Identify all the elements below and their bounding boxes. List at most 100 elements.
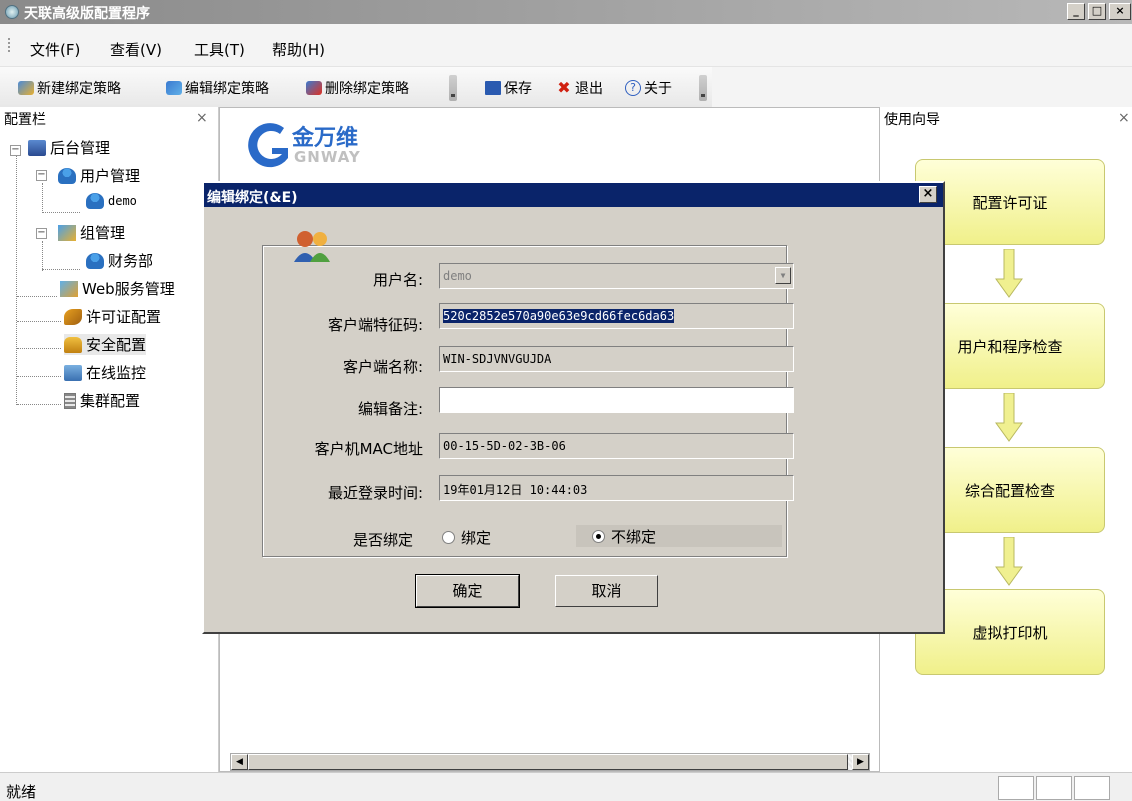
toolbar-overflow-chevron-2[interactable] bbox=[699, 75, 707, 101]
tree-line bbox=[42, 269, 80, 270]
tree-node-online-monitor[interactable]: 在线监控 bbox=[64, 362, 146, 383]
about-button[interactable]: ? 关于 bbox=[625, 78, 672, 98]
flow-arrow-icon bbox=[995, 249, 1023, 298]
logo-text-en: GNWAY bbox=[294, 148, 361, 166]
new-policy-button[interactable]: 新建绑定策略 bbox=[18, 78, 121, 98]
help-icon: ? bbox=[625, 80, 641, 96]
minimize-button[interactable]: _ bbox=[1067, 3, 1085, 20]
unbind-radio[interactable]: 不绑定 bbox=[576, 525, 782, 547]
web-service-icon bbox=[60, 280, 78, 297]
ok-button[interactable]: 确定 bbox=[415, 574, 520, 608]
flow-arrow-icon bbox=[995, 537, 1023, 586]
horizontal-scrollbar[interactable]: ◀ ▶ bbox=[230, 753, 870, 771]
tree-node-label: 在线监控 bbox=[86, 364, 147, 382]
radio-unbind-indicator bbox=[592, 529, 605, 543]
dialog-title: 编辑绑定(&E) bbox=[207, 190, 298, 206]
close-x-icon: ✖ bbox=[557, 78, 571, 97]
config-sidebar: 配置栏 × − 后台管理 − 用户管理 demo − 组管理 财务部 Web服务… bbox=[0, 107, 219, 772]
maximize-button[interactable]: □ bbox=[1088, 3, 1106, 20]
radio-bind-indicator bbox=[442, 531, 455, 544]
window-titlebar[interactable]: 天联高级版配置程序 _ □ × bbox=[0, 0, 1132, 24]
tree-node-user-demo[interactable]: demo bbox=[86, 193, 137, 209]
edit-policy-icon bbox=[166, 81, 182, 95]
edit-binding-dialog: 编辑绑定(&E) × 用户名: demo ▼ 客户端特征码: 520c2852e… bbox=[202, 181, 945, 634]
mac-value: 00-15-5D-02-3B-06 bbox=[443, 439, 566, 453]
last-login-field[interactable]: 19年01月12日 10:44:03 bbox=[439, 475, 794, 501]
menu-view[interactable]: 查看(V) bbox=[110, 39, 162, 60]
client-code-value: 520c2852e570a90e63e9cd66fec6da63 bbox=[443, 309, 675, 323]
menu-tools[interactable]: 工具(T) bbox=[194, 39, 245, 60]
menu-file[interactable]: 文件(F) bbox=[30, 39, 80, 60]
status-pane bbox=[1074, 776, 1110, 800]
dialog-close-button[interactable]: × bbox=[919, 186, 937, 203]
delete-policy-icon bbox=[306, 81, 322, 95]
edit-policy-button[interactable]: 编辑绑定策略 bbox=[166, 78, 269, 98]
status-pane bbox=[998, 776, 1034, 800]
close-window-button[interactable]: × bbox=[1109, 3, 1131, 20]
tree-node-label: 安全配置 bbox=[86, 336, 147, 354]
menu-bar: 文件(F) 查看(V) 工具(T) 帮助(H) bbox=[0, 24, 1132, 67]
tree-node-label: demo bbox=[108, 194, 137, 208]
flow-arrow-icon bbox=[995, 393, 1023, 442]
gnway-logo: 金万维 GNWAY bbox=[242, 116, 442, 176]
last-login-label: 最近登录时间: bbox=[327, 484, 423, 502]
tree-node-security[interactable]: 安全配置 bbox=[64, 334, 147, 355]
unbind-option-label: 不绑定 bbox=[611, 527, 657, 546]
tree-line bbox=[42, 241, 43, 271]
tree-node-label: 集群配置 bbox=[80, 392, 141, 410]
toolbar-overflow-chevron[interactable] bbox=[449, 75, 457, 101]
dialog-titlebar[interactable]: 编辑绑定(&E) × bbox=[204, 183, 943, 207]
client-code-field[interactable]: 520c2852e570a90e63e9cd66fec6da63 bbox=[439, 303, 794, 329]
scroll-right-button[interactable]: ▶ bbox=[852, 754, 869, 770]
scroll-thumb[interactable] bbox=[248, 754, 848, 770]
menu-help[interactable]: 帮助(H) bbox=[272, 39, 325, 60]
username-value: demo bbox=[443, 269, 472, 283]
scroll-left-button[interactable]: ◀ bbox=[231, 754, 248, 770]
sidebar-close-icon[interactable]: × bbox=[196, 110, 208, 126]
users-icon bbox=[294, 231, 330, 262]
tree-collapse-groups[interactable]: − bbox=[36, 228, 47, 239]
tree-node-label: 后台管理 bbox=[50, 139, 111, 157]
delete-policy-button[interactable]: 删除绑定策略 bbox=[306, 78, 409, 98]
status-bar: 就绪 bbox=[0, 772, 1132, 801]
cancel-button[interactable]: 取消 bbox=[555, 575, 658, 607]
mac-label: 客户机MAC地址 bbox=[314, 440, 423, 458]
monitor-icon bbox=[64, 364, 82, 381]
about-label: 关于 bbox=[644, 81, 672, 97]
app-icon bbox=[5, 5, 19, 19]
note-input[interactable] bbox=[439, 387, 794, 413]
client-name-value: WIN-SDJVNVGUJDA bbox=[443, 352, 552, 366]
tree-node-cluster[interactable]: 集群配置 bbox=[64, 390, 140, 411]
tree-node-group-mgmt[interactable]: 组管理 bbox=[58, 222, 125, 243]
tree-collapse-root[interactable]: − bbox=[10, 145, 21, 156]
chevron-down-icon[interactable]: ▼ bbox=[775, 267, 791, 284]
config-sidebar-title: 配置栏 bbox=[4, 112, 46, 128]
tree-node-backend[interactable]: 后台管理 bbox=[28, 137, 110, 158]
key-icon bbox=[64, 308, 82, 325]
user-icon bbox=[58, 167, 76, 184]
status-pane bbox=[1036, 776, 1072, 800]
tree-line bbox=[42, 183, 43, 213]
save-button[interactable]: 保存 bbox=[485, 78, 532, 98]
client-name-field[interactable]: WIN-SDJVNVGUJDA bbox=[439, 346, 794, 372]
wizard-panel-title: 使用向导 bbox=[884, 112, 940, 128]
tree-collapse-users[interactable]: − bbox=[36, 170, 47, 181]
tree-line bbox=[17, 376, 61, 377]
delete-policy-label: 删除绑定策略 bbox=[325, 81, 409, 97]
save-icon bbox=[485, 81, 501, 95]
bind-radio[interactable]: 绑定 bbox=[442, 527, 491, 548]
username-select[interactable]: demo ▼ bbox=[439, 263, 794, 289]
window-title: 天联高级版配置程序 bbox=[24, 6, 150, 22]
menubar-grip bbox=[8, 38, 10, 52]
tree-node-license[interactable]: 许可证配置 bbox=[64, 306, 161, 327]
wizard-close-icon[interactable]: × bbox=[1118, 110, 1130, 126]
new-policy-icon bbox=[18, 81, 34, 95]
last-login-value: 19年01月12日 10:44:03 bbox=[443, 483, 588, 497]
mac-field[interactable]: 00-15-5D-02-3B-06 bbox=[439, 433, 794, 459]
tree-node-group-finance[interactable]: 财务部 bbox=[86, 250, 153, 271]
server-icon bbox=[64, 392, 76, 409]
exit-button[interactable]: ✖ 退出 bbox=[556, 78, 603, 98]
tree-node-user-mgmt[interactable]: 用户管理 bbox=[58, 165, 140, 186]
client-code-label: 客户端特征码: bbox=[327, 316, 423, 334]
tree-node-web-service[interactable]: Web服务管理 bbox=[60, 278, 175, 299]
